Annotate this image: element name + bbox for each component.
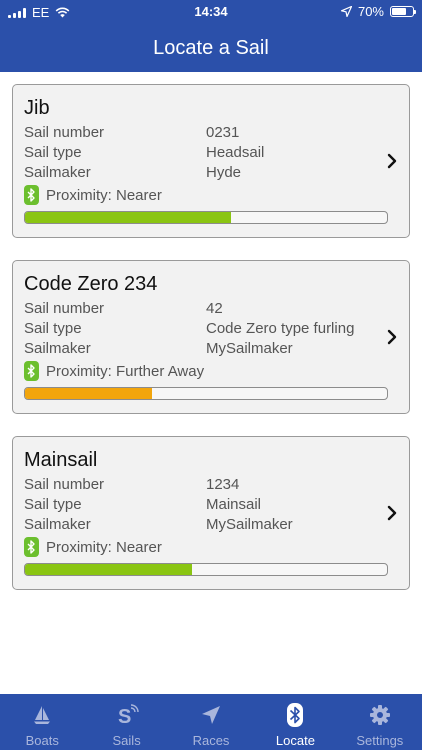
sail-number-value: 0231	[206, 124, 240, 141]
sails-logo-icon: S	[115, 703, 139, 727]
sail-type-label: Sail type	[24, 320, 82, 337]
tab-label: Sails	[112, 733, 141, 748]
sail-type-value: Headsail	[206, 144, 265, 161]
proximity-bar-fill	[25, 212, 232, 223]
status-right: 70%	[340, 4, 416, 19]
sailmaker-row: Sailmaker Hyde	[24, 164, 241, 181]
sailmaker-value: Hyde	[206, 164, 242, 181]
status-bar: EE 14:34 70%	[0, 0, 422, 24]
chevron-right-icon[interactable]	[387, 505, 397, 521]
sail-number-value: 42	[206, 300, 223, 317]
sail-type-row: Sail type Code Zero type furling	[24, 320, 354, 337]
sailmaker-label: Sailmaker	[24, 340, 91, 357]
proximity-row: Proximity: Nearer	[24, 537, 162, 557]
tab-boats[interactable]: Boats	[0, 694, 84, 750]
tab-bar: Boats S Sails Races Locate Settings	[0, 694, 422, 750]
sailmaker-value: MySailmaker	[206, 340, 293, 357]
proximity-bar	[24, 563, 388, 576]
sail-type-value: Code Zero type furling	[206, 320, 355, 337]
sail-number-label: Sail number	[24, 124, 105, 141]
sailmaker-label: Sailmaker	[24, 516, 91, 533]
tab-label: Settings	[356, 733, 404, 748]
tab-sails[interactable]: S Sails	[84, 694, 168, 750]
sail-type-label: Sail type	[24, 144, 82, 161]
bluetooth-icon	[24, 185, 39, 205]
sail-name: Jib	[24, 97, 50, 119]
svg-text:S: S	[118, 706, 131, 727]
page-title: Locate a Sail	[153, 37, 269, 59]
tab-label: Races	[192, 733, 230, 748]
bluetooth-icon	[24, 361, 39, 381]
bluetooth-icon	[287, 703, 304, 727]
sail-card-mainsail[interactable]: Mainsail Sail number 1234 Sail type Mainsa…	[12, 436, 410, 590]
sailmaker-row: Sailmaker MySailmaker	[24, 516, 293, 533]
sail-card-jib[interactable]: Jib Sail number 0231 Sail type Headsail Sa…	[12, 84, 410, 238]
sail-type-label: Sail type	[24, 496, 82, 513]
sail-number-label: Sail number	[24, 300, 105, 317]
sailmaker-label: Sailmaker	[24, 164, 91, 181]
proximity-label: Proximity: Nearer	[46, 538, 162, 556]
battery-icon	[390, 6, 416, 17]
proximity-bar	[24, 211, 388, 224]
battery-percent: 70%	[357, 4, 384, 19]
location-arrow-icon	[340, 6, 352, 17]
proximity-bar-fill	[25, 388, 152, 399]
chevron-right-icon[interactable]	[387, 153, 397, 169]
tab-label: Boats	[25, 733, 59, 748]
sail-type-row: Sail type Mainsail	[24, 496, 261, 513]
sail-number-row: Sail number 0231	[24, 124, 239, 141]
sail-number-row: Sail number 1234	[24, 476, 239, 493]
gear-icon	[369, 703, 391, 727]
nav-bar: Locate a Sail	[0, 24, 422, 72]
sailmaker-value: MySailmaker	[206, 516, 293, 533]
proximity-label: Proximity: Further Away	[46, 362, 205, 380]
proximity-bar	[24, 387, 388, 400]
sail-name: Mainsail	[24, 449, 98, 471]
bluetooth-icon	[24, 537, 39, 557]
proximity-row: Proximity: Further Away	[24, 361, 204, 381]
battery-level	[392, 8, 406, 15]
proximity-row: Proximity: Nearer	[24, 185, 162, 205]
proximity-bar-fill	[25, 564, 192, 575]
chevron-right-icon[interactable]	[387, 329, 397, 345]
sail-type-value: Mainsail	[206, 496, 262, 513]
sailmaker-row: Sailmaker MySailmaker	[24, 340, 293, 357]
sail-number-value: 1234	[206, 476, 240, 493]
sailboat-icon	[31, 703, 53, 727]
sail-type-row: Sail type Headsail	[24, 144, 264, 161]
navigation-arrow-icon	[200, 703, 222, 727]
sail-number-row: Sail number 42	[24, 300, 223, 317]
tab-races[interactable]: Races	[169, 694, 253, 750]
sail-number-label: Sail number	[24, 476, 105, 493]
tab-settings[interactable]: Settings	[338, 694, 422, 750]
sail-card-code-zero-234[interactable]: Code Zero 234 Sail number 42 Sail type Cod…	[12, 260, 410, 414]
sail-name: Code Zero 234	[24, 273, 158, 295]
proximity-label: Proximity: Nearer	[46, 186, 162, 204]
tab-label: Locate	[275, 733, 315, 748]
tab-locate[interactable]: Locate	[253, 694, 337, 750]
